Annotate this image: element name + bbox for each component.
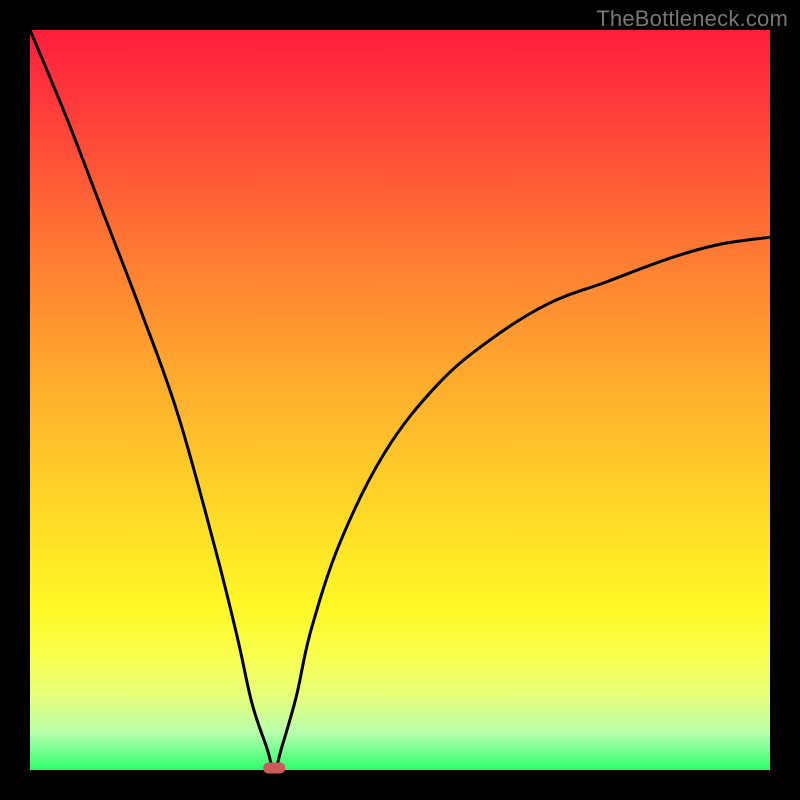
minimum-marker: [263, 763, 285, 774]
chart-plot-area: [30, 30, 770, 770]
watermark-text: TheBottleneck.com: [596, 6, 788, 32]
bottleneck-curve: [30, 30, 770, 770]
